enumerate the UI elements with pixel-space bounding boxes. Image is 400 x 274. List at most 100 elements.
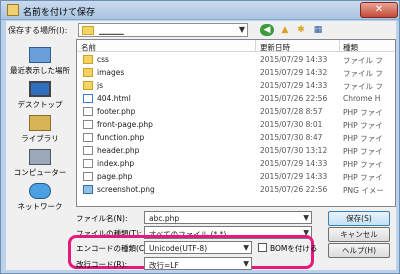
column-name[interactable]: 名前 <box>81 42 96 53</box>
recent-places-icon <box>29 47 51 63</box>
file-row[interactable]: js 2015/07/29 14:33 ファイル フ <box>77 79 395 92</box>
php-file-icon <box>83 146 93 155</box>
column-header: 名前 更新日時 種類 <box>77 40 395 53</box>
chevron-down-icon: ▼ <box>238 25 245 34</box>
linebreak-select[interactable]: 改行=LF ▼ <box>144 257 252 270</box>
library-icon <box>29 115 51 131</box>
folder-icon <box>82 26 94 35</box>
file-type: PNG イメー <box>343 186 384 195</box>
place-label: ネットワーク <box>17 202 63 211</box>
desktop-icon <box>29 81 51 97</box>
file-row[interactable]: header.php 2015/07/30 13:12 PHP ファイ <box>77 144 395 157</box>
new-folder-icon[interactable]: ✱ <box>294 24 308 36</box>
close-button[interactable]: ✕ <box>360 2 398 18</box>
column-type[interactable]: 種類 <box>343 42 358 53</box>
location-value: ▁▁▁▁ <box>99 26 124 35</box>
file-type: ファイル フ <box>343 69 383 78</box>
save-in-label: 保存する場所(I): <box>8 26 68 35</box>
filename-value: abc.php <box>149 214 180 223</box>
html-file-icon <box>83 94 93 103</box>
php-file-icon <box>83 133 93 142</box>
dialog-client: 保存する場所(I): ▁▁▁▁ ▼ ◀ ▲ ✱ ▦ 最近表示した場所 デスクトッ… <box>6 21 396 270</box>
file-name: screenshot.png <box>97 185 155 194</box>
file-type: PHP ファイ <box>343 173 383 182</box>
save-as-dialog: 名前を付けて保存 ✕ 保存する場所(I): ▁▁▁▁ ▼ ◀ ▲ ✱ ▦ 最近表… <box>0 0 400 274</box>
file-date: 2015/07/30 8:01 <box>260 120 323 129</box>
location-combo[interactable]: ▁▁▁▁ ▼ <box>78 23 248 37</box>
linebreak-label: 改行コード(R): <box>76 260 128 269</box>
file-date: 2015/07/28 8:57 <box>260 107 323 116</box>
filename-label: ファイル名(N): <box>76 214 128 223</box>
png-file-icon <box>83 185 93 194</box>
file-row[interactable]: screenshot.png 2015/07/26 22:56 PNG イメー <box>77 183 395 196</box>
file-row[interactable]: 404.html 2015/07/26 22:56 Chrome H <box>77 92 395 105</box>
chevron-down-icon: ▼ <box>243 243 249 252</box>
file-row[interactable]: images 2015/07/29 14:32 ファイル フ <box>77 66 395 79</box>
chevron-down-icon: ▼ <box>303 213 309 222</box>
column-divider[interactable] <box>339 40 340 52</box>
cancel-button[interactable]: キャンセル <box>328 227 390 242</box>
file-date: 2015/07/30 8:47 <box>260 133 323 142</box>
place-label: コンピューター <box>13 168 67 177</box>
file-rows: css 2015/07/29 14:33 ファイル フ images 2015/07/2… <box>77 53 395 196</box>
file-type: PHP ファイ <box>343 134 383 143</box>
column-divider[interactable] <box>255 40 256 52</box>
bom-label[interactable]: BOMを付ける <box>270 243 317 254</box>
bom-checkbox[interactable] <box>258 243 267 252</box>
place-label: ライブラリ <box>21 134 59 143</box>
file-name: header.php <box>97 146 140 155</box>
place-recent[interactable]: 最近表示した場所 <box>6 45 74 79</box>
file-row[interactable]: front-page.php 2015/07/30 8:01 PHP ファイ <box>77 118 395 131</box>
places-bar: 最近表示した場所 デスクトップ ライブラリ コンピューター ネットワーク <box>6 43 74 211</box>
file-type: PHP ファイ <box>343 147 383 156</box>
file-date: 2015/07/29 14:33 <box>260 159 328 168</box>
views-icon[interactable]: ▦ <box>311 24 325 36</box>
window-title: 名前を付けて保存 <box>23 8 96 18</box>
place-library[interactable]: ライブラリ <box>6 113 74 147</box>
file-name: function.php <box>97 133 145 142</box>
save-button[interactable]: 保存(S) <box>328 211 390 226</box>
file-type: Chrome H <box>343 94 381 103</box>
file-row[interactable]: footer.php 2015/07/28 8:57 PHP ファイ <box>77 105 395 118</box>
file-name: front-page.php <box>97 120 153 129</box>
file-name: index.php <box>97 159 135 168</box>
file-list[interactable]: 名前 更新日時 種類 css 2015/07/29 14:33 ファイル フ imag… <box>76 39 396 207</box>
encoding-select[interactable]: Unicode(UTF-8) ▼ <box>144 241 252 254</box>
file-type: PHP ファイ <box>343 160 383 169</box>
help-button[interactable]: ヘルプ(H) <box>328 243 390 258</box>
place-desktop[interactable]: デスクトップ <box>6 79 74 113</box>
folder-file-icon <box>83 81 93 90</box>
php-file-icon <box>83 107 93 116</box>
notepad-icon <box>7 4 19 16</box>
encoding-value: Unicode(UTF-8) <box>149 244 208 253</box>
column-date[interactable]: 更新日時 <box>260 42 290 53</box>
file-name: images <box>97 68 125 77</box>
php-file-icon <box>83 159 93 168</box>
file-row[interactable]: css 2015/07/29 14:33 ファイル フ <box>77 53 395 66</box>
php-file-icon <box>83 120 93 129</box>
file-date: 2015/07/26 22:56 <box>260 94 328 103</box>
up-folder-icon[interactable]: ▲ <box>278 24 292 36</box>
file-row[interactable]: page.php 2015/07/29 14:33 PHP ファイ <box>77 170 395 183</box>
back-icon[interactable]: ◀ <box>260 24 274 36</box>
chevron-down-icon: ▼ <box>243 259 249 268</box>
place-label: 最近表示した場所 <box>10 66 70 75</box>
place-computer[interactable]: コンピューター <box>6 147 74 181</box>
file-type: PHP ファイ <box>343 121 383 130</box>
file-date: 2015/07/30 13:12 <box>260 146 328 155</box>
file-date: 2015/07/29 14:32 <box>260 68 328 77</box>
folder-file-icon <box>83 55 93 64</box>
title-bar[interactable]: 名前を付けて保存 ✕ <box>1 1 399 20</box>
file-row[interactable]: index.php 2015/07/29 14:33 PHP ファイ <box>77 157 395 170</box>
folder-file-icon <box>83 68 93 77</box>
filename-input[interactable]: abc.php ▼ <box>144 211 312 224</box>
place-network[interactable]: ネットワーク <box>6 181 74 215</box>
file-type: ファイル フ <box>343 82 383 91</box>
file-name: js <box>97 81 103 90</box>
network-icon <box>29 183 51 199</box>
file-name: css <box>97 55 109 64</box>
file-name: 404.html <box>97 94 131 103</box>
file-date: 2015/07/26 22:56 <box>260 185 328 194</box>
file-row[interactable]: function.php 2015/07/30 8:47 PHP ファイ <box>77 131 395 144</box>
file-name: footer.php <box>97 107 136 116</box>
